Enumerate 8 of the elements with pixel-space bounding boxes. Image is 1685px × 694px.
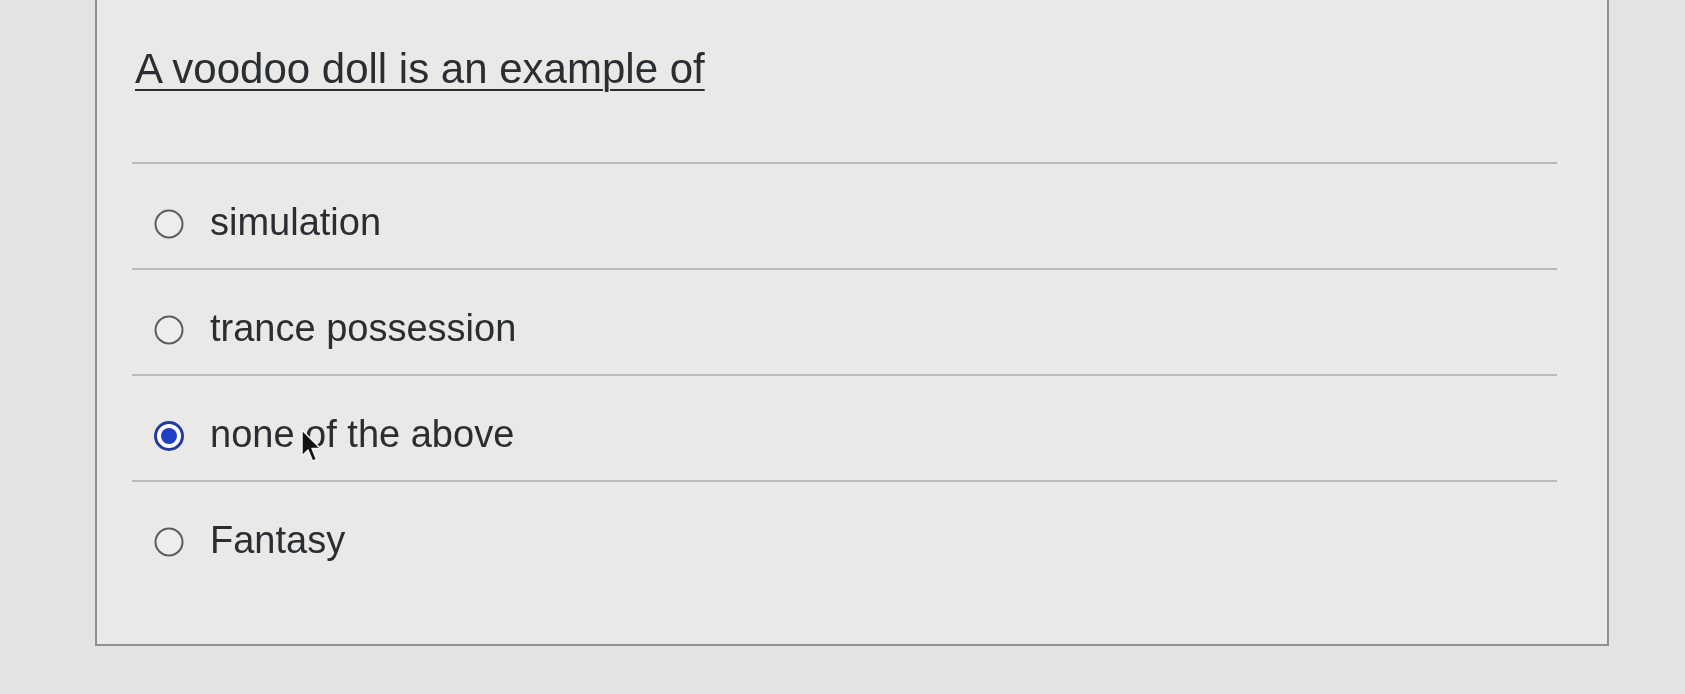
question-title: A voodoo doll is an example of bbox=[135, 45, 705, 92]
radio-button[interactable] bbox=[154, 315, 184, 345]
option-label[interactable]: Fantasy bbox=[210, 517, 346, 563]
radio-button[interactable] bbox=[154, 421, 184, 451]
option-label[interactable]: simulation bbox=[210, 199, 382, 245]
radio-button[interactable] bbox=[154, 527, 184, 557]
radio-button[interactable] bbox=[154, 209, 184, 239]
option-label[interactable]: trance possession bbox=[210, 305, 517, 351]
